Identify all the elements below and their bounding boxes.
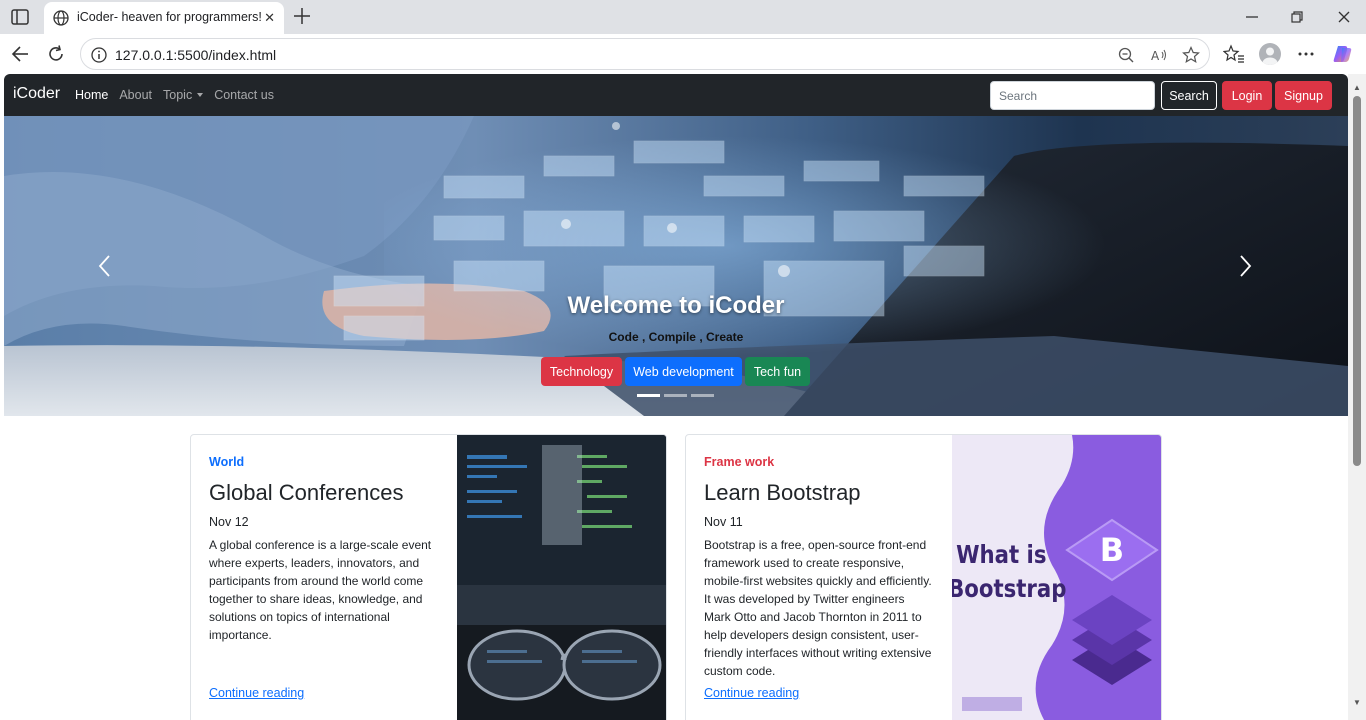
image-text-line-2: Bootstrap — [952, 574, 1066, 603]
signup-button[interactable]: Signup — [1275, 81, 1332, 110]
article-card: World Global Conferences Nov 12 A global… — [190, 434, 667, 720]
page-viewport: iCoder Home About Topic Contact us Searc… — [4, 74, 1348, 720]
zoom-out-icon[interactable] — [1117, 46, 1135, 64]
tab-title: iCoder- heaven for programmers! — [77, 10, 262, 24]
tab-strip: iCoder- heaven for programmers! ✕ — [0, 0, 1366, 34]
tab-actions-icon[interactable] — [10, 8, 30, 26]
nav-link-about[interactable]: About — [119, 88, 152, 102]
card-text: A global conference is a large-scale eve… — [209, 538, 432, 642]
more-options-icon[interactable] — [1295, 43, 1317, 65]
globe-icon — [53, 10, 69, 26]
continue-reading-link[interactable]: Continue reading — [209, 686, 304, 700]
scroll-down-icon[interactable]: ▼ — [1353, 698, 1361, 707]
scroll-up-icon[interactable]: ▲ — [1353, 83, 1361, 92]
browser-tab[interactable]: iCoder- heaven for programmers! ✕ — [44, 2, 284, 34]
carousel-indicator[interactable] — [637, 394, 660, 397]
profile-avatar[interactable] — [1259, 43, 1281, 65]
read-aloud-icon[interactable]: A — [1150, 46, 1168, 64]
carousel-title: Welcome to iCoder — [567, 292, 785, 319]
svg-text:A: A — [1151, 49, 1160, 63]
search-button[interactable]: Search — [1161, 81, 1217, 110]
card-category: Frame work — [704, 455, 775, 469]
url-text: 127.0.0.1:5500/index.html — [115, 47, 277, 63]
technology-button[interactable]: Technology — [541, 357, 622, 386]
article-card: Frame work Learn Bootstrap Nov 11 Bootst… — [685, 434, 1162, 720]
nav-link-home[interactable]: Home — [75, 88, 108, 102]
back-icon[interactable] — [9, 43, 31, 65]
close-tab-icon[interactable]: ✕ — [264, 10, 275, 26]
continue-reading-link[interactable]: Continue reading — [704, 686, 799, 700]
profile-icon — [1262, 47, 1278, 65]
tech-fun-button[interactable]: Tech fun — [745, 357, 810, 386]
refresh-icon[interactable] — [45, 43, 67, 65]
card-image: B What is Bootstrap — [952, 435, 1161, 720]
svg-text:B: B — [1100, 531, 1124, 569]
carousel-indicator[interactable] — [691, 394, 714, 397]
favorite-star-icon[interactable] — [1182, 46, 1200, 64]
search-input[interactable] — [990, 81, 1155, 110]
site-brand[interactable]: iCoder — [13, 85, 60, 103]
monitor-glasses-image — [457, 435, 666, 720]
nav-link-topic[interactable]: Topic — [163, 88, 192, 102]
card-title: Learn Bootstrap — [704, 480, 861, 505]
minimize-icon[interactable] — [1243, 8, 1261, 26]
carousel-prev-icon[interactable] — [96, 253, 114, 279]
restore-icon[interactable] — [1288, 8, 1306, 26]
card-date: Nov 12 — [209, 515, 249, 529]
card-image — [457, 435, 666, 720]
card-body: World Global Conferences Nov 12 A global… — [209, 435, 449, 720]
carousel-subtitle: Code , Compile , Create — [608, 330, 744, 344]
new-tab-icon[interactable] — [291, 5, 313, 27]
carousel-indicator[interactable] — [664, 394, 687, 397]
copilot-icon[interactable] — [1332, 43, 1354, 65]
carousel-next-icon[interactable] — [1236, 253, 1254, 279]
nav-topic-dropdown[interactable]: Topic — [163, 88, 204, 102]
web-development-button[interactable]: Web development — [625, 357, 742, 386]
login-button[interactable]: Login — [1222, 81, 1272, 110]
site-info-icon[interactable] — [90, 46, 108, 64]
card-category: World — [209, 455, 245, 469]
scroll-thumb[interactable] — [1353, 96, 1361, 466]
card-title: Global Conferences — [209, 480, 404, 505]
page-scrollbar[interactable]: ▲ ▼ — [1348, 74, 1366, 720]
address-bar-row: 127.0.0.1:5500/index.html A — [0, 34, 1366, 74]
card-body: Frame work Learn Bootstrap Nov 11 Bootst… — [704, 435, 944, 720]
browser-window: iCoder- heaven for programmers! ✕ 127.0.… — [0, 0, 1366, 720]
nav-links: Home About Topic Contact us — [75, 88, 274, 102]
favorites-icon[interactable] — [1223, 43, 1245, 65]
card-date: Nov 11 — [704, 515, 743, 529]
image-text-line-1: What is — [956, 540, 1046, 569]
site-navbar: iCoder Home About Topic Contact us Searc… — [4, 74, 1348, 116]
close-window-icon[interactable] — [1335, 8, 1353, 26]
hero-carousel: Welcome to iCoder Code , Compile , Creat… — [4, 116, 1348, 416]
url-field[interactable]: 127.0.0.1:5500/index.html A — [80, 38, 1210, 70]
card-text: Bootstrap is a free, open-source front-e… — [704, 538, 932, 678]
nav-link-contact[interactable]: Contact us — [214, 88, 274, 102]
caret-down-icon — [197, 93, 204, 97]
bootstrap-promo-image: B What is Bootstrap — [952, 435, 1161, 720]
